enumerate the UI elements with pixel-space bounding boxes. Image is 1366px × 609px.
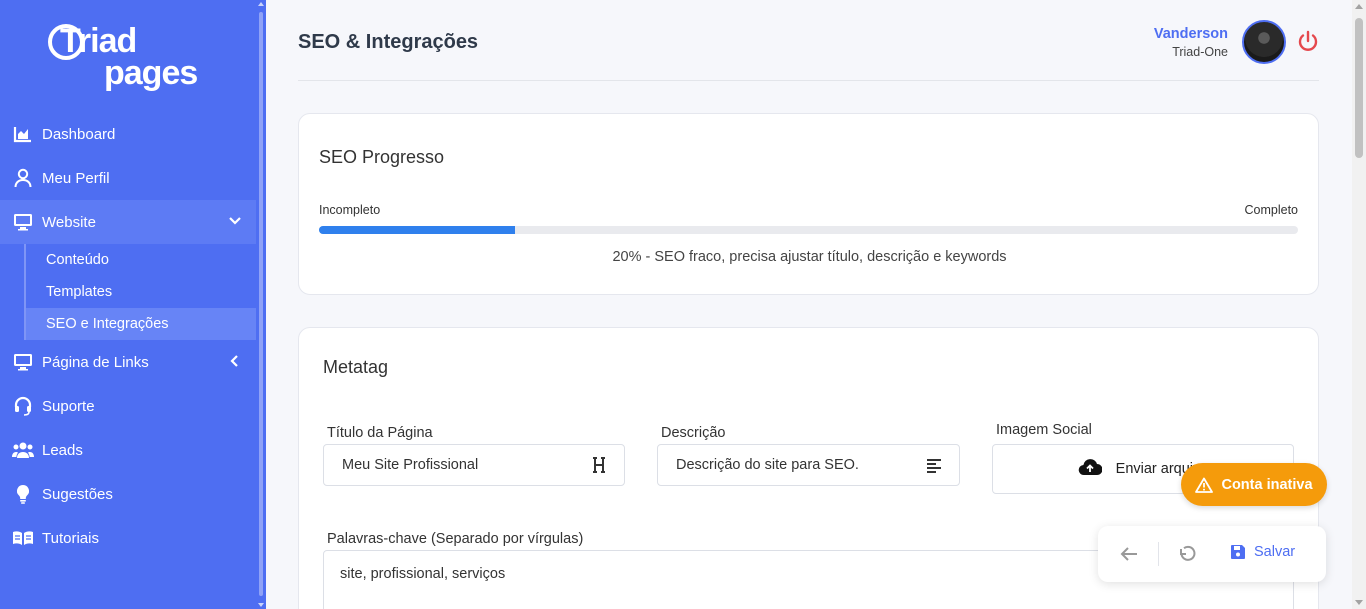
website-submenu: Conteúdo Templates SEO e Integrações <box>0 244 256 340</box>
save-label: Salvar <box>1254 544 1296 560</box>
sidebar-item-tutoriais[interactable]: Tutoriais <box>0 516 256 560</box>
description-input[interactable]: Descrição do site para SEO. <box>657 444 960 486</box>
sidebar-item-label: Leads <box>42 441 83 459</box>
avatar[interactable] <box>1242 20 1286 64</box>
progress-fill <box>319 226 515 234</box>
lightbulb-icon <box>12 483 34 505</box>
progress-labels: Incompleto Completo <box>319 203 1298 217</box>
sidebar-item-label: Suporte <box>42 397 95 415</box>
sidebar-item-label: Website <box>42 213 96 231</box>
page-title-label: Título da Página <box>327 425 433 441</box>
floppy-icon <box>1231 545 1245 559</box>
user-org: Triad-One <box>1172 45 1228 59</box>
chevron-left-icon <box>228 354 242 372</box>
progress-status-text: 20% - SEO fraco, precisa ajustar título,… <box>612 249 1007 265</box>
account-inactive-label: Conta inativa <box>1221 476 1313 493</box>
action-divider <box>1158 542 1159 566</box>
page-title: SEO & Integrações <box>298 31 479 53</box>
sidebar-subitem-seo[interactable]: SEO e Integrações <box>24 308 256 340</box>
seo-progress-card: SEO Progresso Incompleto Completo 20% - … <box>298 113 1319 295</box>
progress-label-right: Completo <box>1244 203 1299 217</box>
headset-icon <box>12 395 34 417</box>
sidebar-item-label: Página de Links <box>42 353 149 371</box>
page-title-value: Meu Site Profissional <box>342 457 479 473</box>
progress-label-left: Incompleto <box>319 203 381 217</box>
page-title-input[interactable]: Meu Site Profissional <box>323 444 625 486</box>
power-icon[interactable] <box>1296 30 1320 54</box>
sidebar: Triad pages Dashboard Meu Perfil Website <box>0 0 266 609</box>
sidebar-item-label: Dashboard <box>42 125 116 143</box>
chevron-down-icon <box>228 214 242 232</box>
main-content: SEO & Integrações Vanderson Triad-One SE… <box>266 0 1352 609</box>
scroll-up-arrow-icon[interactable] <box>1355 4 1363 9</box>
scroll-down-arrow-icon[interactable] <box>258 603 264 607</box>
scroll-up-arrow-icon[interactable] <box>258 2 264 6</box>
description-value: Descrição do site para SEO. <box>676 457 859 473</box>
cloud-upload-icon <box>1078 458 1103 480</box>
sidebar-nav: Dashboard Meu Perfil Website Conteúdo Te… <box>0 112 256 560</box>
chart-area-icon <box>12 123 34 145</box>
arrow-left-icon[interactable] <box>1118 543 1140 570</box>
page-scrollbar[interactable] <box>1352 0 1366 609</box>
sidebar-item-leads[interactable]: Leads <box>0 428 256 472</box>
warning-icon <box>1195 477 1214 493</box>
sidebar-item-label: Meu Perfil <box>42 169 110 187</box>
sidebar-item-website[interactable]: Website <box>0 200 256 244</box>
brand-line2: pages <box>104 54 198 92</box>
sidebar-item-meu-perfil[interactable]: Meu Perfil <box>0 156 256 200</box>
social-image-label: Imagem Social <box>996 422 1092 438</box>
undo-icon[interactable] <box>1176 543 1198 570</box>
description-label: Descrição <box>661 425 726 441</box>
submenu-rail <box>24 244 26 340</box>
heading-icon <box>590 456 608 474</box>
sidebar-subitem-conteudo[interactable]: Conteúdo <box>0 244 256 276</box>
sidebar-subitem-label: SEO e Integrações <box>46 316 169 332</box>
user-info[interactable]: Vanderson Triad-One <box>1154 26 1228 59</box>
progress-track <box>319 226 1298 234</box>
sidebar-subitem-templates[interactable]: Templates <box>0 276 256 308</box>
keywords-label: Palavras-chave (Separado por vírgulas) <box>327 531 584 547</box>
sidebar-scroll-thumb[interactable] <box>259 12 263 596</box>
sidebar-item-dashboard[interactable]: Dashboard <box>0 112 256 156</box>
user-name: Vanderson <box>1153 26 1228 42</box>
save-button[interactable]: Salvar <box>1230 544 1295 560</box>
book-icon <box>12 527 34 549</box>
header-divider <box>298 80 1319 81</box>
sidebar-item-label: Sugestões <box>42 485 113 503</box>
brand-logo[interactable]: Triad pages <box>46 22 216 92</box>
page-scroll-thumb[interactable] <box>1355 18 1363 158</box>
seo-progress-title: SEO Progresso <box>319 147 445 167</box>
sidebar-item-suporte[interactable]: Suporte <box>0 384 256 428</box>
sidebar-item-sugestoes[interactable]: Sugestões <box>0 472 256 516</box>
sidebar-subitem-label: Templates <box>46 284 113 300</box>
floating-action-bar: Salvar <box>1098 526 1326 582</box>
keywords-value: site, profissional, serviços <box>340 566 506 582</box>
align-left-icon <box>925 456 943 474</box>
user-icon <box>12 167 34 189</box>
scroll-down-arrow-icon[interactable] <box>1355 600 1363 605</box>
sidebar-subitem-label: Conteúdo <box>46 252 109 268</box>
monitor-icon <box>12 351 34 373</box>
monitor-icon <box>12 211 34 233</box>
account-inactive-button[interactable]: Conta inativa <box>1181 463 1327 506</box>
sidebar-item-label: Tutoriais <box>42 529 99 547</box>
metatag-title: Metatag <box>323 357 389 377</box>
sidebar-scrollbar[interactable] <box>256 0 266 609</box>
sidebar-item-pagina-links[interactable]: Página de Links <box>0 340 256 384</box>
users-icon <box>12 439 34 461</box>
